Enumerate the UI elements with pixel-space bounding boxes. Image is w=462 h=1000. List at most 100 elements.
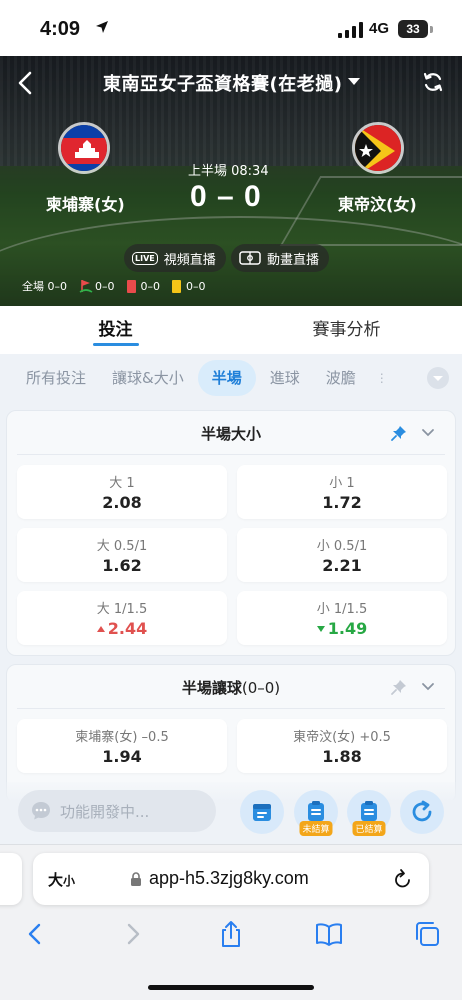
timor-leste-flag-icon	[352, 122, 404, 174]
lock-icon	[131, 872, 141, 886]
odds-button-away-handicap[interactable]: 東帝汶(女) +0.5 1.88	[237, 719, 447, 773]
live-tv-icon: LIVE	[132, 251, 158, 265]
chat-placeholder: 功能開發中...	[60, 802, 150, 821]
refresh-icon[interactable]	[422, 71, 444, 93]
odds-label: 小 1	[329, 476, 355, 491]
market-title: 半場讓球(0–0)	[181, 679, 281, 697]
tab-goals[interactable]: 進球	[258, 360, 312, 396]
tabs-overview-icon[interactable]	[412, 919, 442, 949]
odds-label: 大 0.5/1	[96, 539, 148, 554]
odds-button-under-1[interactable]: 小 1 1.72	[237, 465, 447, 519]
unsettled-badge: 未結算	[299, 821, 333, 836]
status-time: 4:09	[40, 18, 81, 40]
animation-live-button[interactable]: 動畫直播	[231, 244, 330, 272]
back-arrow-icon[interactable]	[14, 70, 36, 96]
odds-label: 柬埔寨(女) –0.5	[75, 730, 169, 745]
market-header[interactable]: 半場讓球(0–0)	[17, 665, 445, 709]
status-bar: 4:09 4G 33	[0, 0, 462, 56]
tab-correct-score[interactable]: 波膽	[314, 360, 368, 396]
previous-tab-preview[interactable]	[0, 853, 22, 905]
tab-match-analysis[interactable]: 賽事分析	[231, 306, 462, 354]
floating-action-bar: 功能開發中... 未結算 已結算	[0, 782, 462, 844]
odds-label: 小 0.5/1	[316, 539, 368, 554]
bookmarks-icon[interactable]	[314, 919, 344, 949]
odds-up-arrow-icon	[96, 626, 105, 632]
chat-bubble-icon	[32, 802, 50, 820]
unsettled-bets-button[interactable]: 未結算	[294, 790, 338, 836]
address-bar[interactable]: 大小 app-h5.3zjg8ky.com	[33, 853, 429, 905]
battery-tip	[430, 26, 433, 33]
share-icon[interactable]	[216, 919, 246, 949]
odds-label: 大 1	[109, 476, 135, 491]
corners-stat: 0–0	[79, 279, 115, 293]
odds-button-under-1-1.5[interactable]: 小 1/1.5 1.49	[237, 591, 447, 645]
tab-handicap-over-under[interactable]: 讓球&大小	[100, 360, 196, 396]
cellular-signal-icon	[338, 22, 363, 38]
network-type: 4G	[369, 20, 390, 37]
browser-toolbar: 大小 app-h5.3zjg8ky.com	[0, 844, 462, 1000]
odds-down-arrow-icon	[316, 626, 325, 632]
chevron-down-icon[interactable]	[421, 679, 435, 693]
pitch-animation-icon	[239, 251, 261, 265]
odds-button-home-handicap[interactable]: 柬埔寨(女) –0.5 1.94	[17, 719, 227, 773]
match-score: 0 – 0	[190, 180, 262, 213]
tab-half-time[interactable]: 半場	[197, 360, 256, 396]
browser-back-icon[interactable]	[20, 919, 50, 949]
home-team-name: 柬埔寨(女)	[46, 195, 125, 214]
red-card-icon	[126, 279, 136, 293]
chevron-down-icon[interactable]	[421, 425, 435, 439]
market-card-half-over-under: 半場大小 大 1 2.08 小 1 1.72 大 0.5/1 1.62 小 0.…	[6, 410, 456, 656]
browser-forward-icon[interactable]	[118, 919, 148, 949]
chat-input[interactable]: 功能開發中...	[18, 790, 216, 832]
reload-icon[interactable]	[393, 868, 413, 890]
expand-tabs-icon[interactable]	[427, 367, 449, 389]
refresh-odds-button[interactable]	[400, 790, 444, 834]
market-header[interactable]: 半場大小	[17, 411, 445, 455]
pin-icon[interactable]	[391, 425, 407, 441]
tab-all-bets[interactable]: 所有投注	[14, 360, 98, 396]
odds-button-under-0.5-1[interactable]: 小 0.5/1 2.21	[237, 528, 447, 582]
reader-text-size-button[interactable]: 大小	[48, 869, 75, 890]
home-indicator	[148, 985, 314, 990]
yellow-card-icon	[172, 279, 181, 293]
yellow-cards-stat: 0–0	[172, 279, 206, 293]
corner-flag-icon	[79, 280, 93, 293]
battery-icon: 33	[398, 20, 428, 38]
pin-icon[interactable]	[391, 679, 407, 695]
url-text: app-h5.3zjg8ky.com	[149, 868, 309, 888]
odds-label: 大 1/1.5	[96, 602, 148, 617]
odds-value: 1.88	[322, 747, 362, 766]
market-filter-tabs: 所有投注 讓球&大小 半場 進球 波膽 ⋮	[0, 354, 462, 402]
match-header: 東南亞女子盃資格賽(在老撾) 柬埔寨(女) 東帝汶(女) 上半場 08:34 0…	[0, 56, 462, 306]
match-stats-row: 全場 0–0 0–0 0–0 0–0	[22, 278, 218, 294]
cambodia-flag-icon	[58, 122, 110, 174]
settled-bets-button[interactable]: 已結算	[347, 790, 391, 836]
location-arrow-icon	[96, 21, 108, 33]
odds-value: 2.08	[102, 493, 142, 512]
league-title[interactable]: 東南亞女子盃資格賽(在老撾)	[103, 70, 342, 96]
red-cards-stat: 0–0	[126, 279, 160, 293]
odds-label: 東帝汶(女) +0.5	[293, 730, 391, 745]
match-period-clock: 上半場 08:34	[188, 164, 269, 179]
bet-slip-icon	[253, 804, 271, 821]
tab-betting[interactable]: 投注	[0, 306, 231, 354]
odds-value: 1.62	[102, 556, 142, 575]
market-title: 半場大小	[200, 425, 261, 443]
bet-slip-button[interactable]	[240, 790, 284, 834]
full-time-score: 全場 0–0	[22, 279, 67, 294]
odds-value-rising: 2.44	[17, 619, 227, 638]
more-dots-icon: ⋮	[375, 371, 388, 385]
settled-badge: 已結算	[352, 821, 386, 836]
video-live-label: 視頻直播	[163, 252, 216, 268]
video-live-button[interactable]: LIVE 視頻直播	[124, 244, 226, 272]
odds-label: 小 1/1.5	[316, 602, 368, 617]
main-tabs: 投注 賽事分析	[0, 306, 462, 354]
odds-button-over-0.5-1[interactable]: 大 0.5/1 1.62	[17, 528, 227, 582]
away-team-name: 東帝汶(女)	[338, 195, 417, 214]
odds-value: 1.94	[102, 747, 142, 766]
league-dropdown-caret-icon[interactable]	[348, 78, 360, 85]
refresh-icon	[412, 800, 432, 822]
odds-value: 2.21	[322, 556, 362, 575]
odds-button-over-1-1.5[interactable]: 大 1/1.5 2.44	[17, 591, 227, 645]
odds-button-over-1[interactable]: 大 1 2.08	[17, 465, 227, 519]
